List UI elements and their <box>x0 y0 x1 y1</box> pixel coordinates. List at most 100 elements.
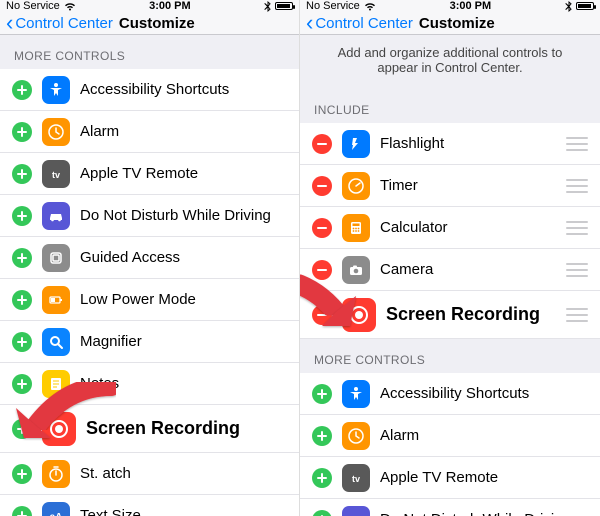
add-button[interactable] <box>12 506 32 516</box>
control-label: Calculator <box>380 219 556 236</box>
control-row-screenrec[interactable]: Screen Recording <box>0 405 299 453</box>
control-row-accessibility[interactable]: Accessibility Shortcuts <box>300 373 600 415</box>
control-label: Screen Recording <box>86 418 287 439</box>
lowpower-icon <box>42 286 70 314</box>
back-button[interactable]: ‹ Control Center <box>6 12 113 34</box>
add-button[interactable] <box>312 426 332 446</box>
control-row-camera[interactable]: Camera <box>300 249 600 291</box>
nav-bar: ‹ Control Center Customize <box>0 12 299 35</box>
include-list: Flashlight Timer Calculator CameraScreen Re… <box>300 123 600 339</box>
control-label: Accessibility Shortcuts <box>80 81 287 98</box>
alarm-icon <box>342 422 370 450</box>
bluetooth-icon <box>264 1 271 12</box>
add-button[interactable] <box>312 468 332 488</box>
add-button[interactable] <box>12 290 32 310</box>
timer-icon <box>342 172 370 200</box>
add-button[interactable] <box>12 248 32 268</box>
status-bar: No Service 3:00 PM <box>300 0 600 12</box>
control-label: Low Power Mode <box>80 291 287 308</box>
control-row-accessibility[interactable]: Accessibility Shortcuts <box>0 69 299 111</box>
control-label: Apple TV Remote <box>80 165 287 182</box>
control-row-timer[interactable]: Timer <box>300 165 600 207</box>
nav-bar: ‹ Control Center Customize <box>300 12 600 35</box>
wifi-icon <box>64 2 76 11</box>
reorder-handle[interactable] <box>566 221 588 235</box>
chevron-left-icon: ‹ <box>306 12 313 34</box>
notes-icon <box>42 370 70 398</box>
control-label: Accessibility Shortcuts <box>380 385 588 402</box>
control-row-appletv[interactable]: tv Apple TV Remote <box>0 153 299 195</box>
back-label: Control Center <box>15 15 113 32</box>
add-button[interactable] <box>12 164 32 184</box>
add-button[interactable] <box>12 332 32 352</box>
remove-button[interactable] <box>312 176 332 196</box>
battery-icon <box>275 2 293 10</box>
clock: 3:00 PM <box>450 0 492 12</box>
intro-text: Add and organize additional controls to … <box>300 35 600 89</box>
add-button[interactable] <box>12 80 32 100</box>
reorder-handle[interactable] <box>566 137 588 151</box>
page-title: Customize <box>119 15 195 32</box>
add-button[interactable] <box>12 206 32 226</box>
appletv-icon: tv <box>42 160 70 188</box>
control-row-dnd[interactable]: Do Not Disturb While Driving <box>0 195 299 237</box>
section-more-controls: More Controls <box>300 339 600 373</box>
add-button[interactable] <box>12 374 32 394</box>
screenrec-icon <box>342 298 376 332</box>
control-label: Alarm <box>80 123 287 140</box>
flashlight-icon <box>342 130 370 158</box>
control-label: Timer <box>380 177 556 194</box>
carrier-text: No Service <box>6 0 60 12</box>
control-row-stopwatch[interactable]: St. atch <box>0 453 299 495</box>
add-button[interactable] <box>12 122 32 142</box>
reorder-handle[interactable] <box>566 179 588 193</box>
carrier-text: No Service <box>306 0 360 12</box>
remove-button[interactable] <box>312 134 332 154</box>
add-button[interactable] <box>12 419 32 439</box>
control-row-magnifier[interactable]: Magnifier <box>0 321 299 363</box>
wifi-icon <box>364 2 376 11</box>
bluetooth-icon <box>565 1 572 12</box>
reorder-handle[interactable] <box>566 263 588 277</box>
accessibility-icon <box>342 380 370 408</box>
control-row-dnd[interactable]: Do Not Disturb While Driving <box>300 499 600 516</box>
appletv-icon: tv <box>342 464 370 492</box>
section-more-controls: More Controls <box>0 35 299 69</box>
calculator-icon <box>342 214 370 242</box>
svg-text:tv: tv <box>52 170 60 180</box>
add-button[interactable] <box>12 464 32 484</box>
remove-button[interactable] <box>312 305 332 325</box>
add-button[interactable] <box>312 510 332 516</box>
chevron-left-icon: ‹ <box>6 12 13 34</box>
status-bar: No Service 3:00 PM <box>0 0 299 12</box>
guided-icon <box>42 244 70 272</box>
reorder-handle[interactable] <box>566 308 588 322</box>
control-label: St. atch <box>80 465 287 482</box>
control-row-calculator[interactable]: Calculator <box>300 207 600 249</box>
alarm-icon <box>42 118 70 146</box>
section-include: Include <box>300 89 600 123</box>
stopwatch-icon <box>42 460 70 488</box>
control-row-alarm[interactable]: Alarm <box>300 415 600 457</box>
dnd-icon <box>42 202 70 230</box>
control-row-flashlight[interactable]: Flashlight <box>300 123 600 165</box>
svg-text:aA: aA <box>50 512 63 516</box>
control-row-guided[interactable]: Guided Access <box>0 237 299 279</box>
remove-button[interactable] <box>312 218 332 238</box>
control-label: Guided Access <box>80 249 287 266</box>
more-controls-list: Accessibility Shortcuts AlarmtvApple TV R… <box>300 373 600 516</box>
control-label: Text Size <box>80 507 287 516</box>
control-row-alarm[interactable]: Alarm <box>0 111 299 153</box>
control-label: Flashlight <box>380 135 556 152</box>
add-button[interactable] <box>312 384 332 404</box>
control-row-textsize[interactable]: aA Text Size <box>0 495 299 516</box>
remove-button[interactable] <box>312 260 332 280</box>
accessibility-icon <box>42 76 70 104</box>
back-button[interactable]: ‹ Control Center <box>306 12 413 34</box>
control-row-appletv[interactable]: tvApple TV Remote <box>300 457 600 499</box>
control-row-lowpower[interactable]: Low Power Mode <box>0 279 299 321</box>
camera-icon <box>342 256 370 284</box>
magnifier-icon <box>42 328 70 356</box>
control-row-screenrec[interactable]: Screen Recording <box>300 291 600 339</box>
control-row-notes[interactable]: Notes <box>0 363 299 405</box>
